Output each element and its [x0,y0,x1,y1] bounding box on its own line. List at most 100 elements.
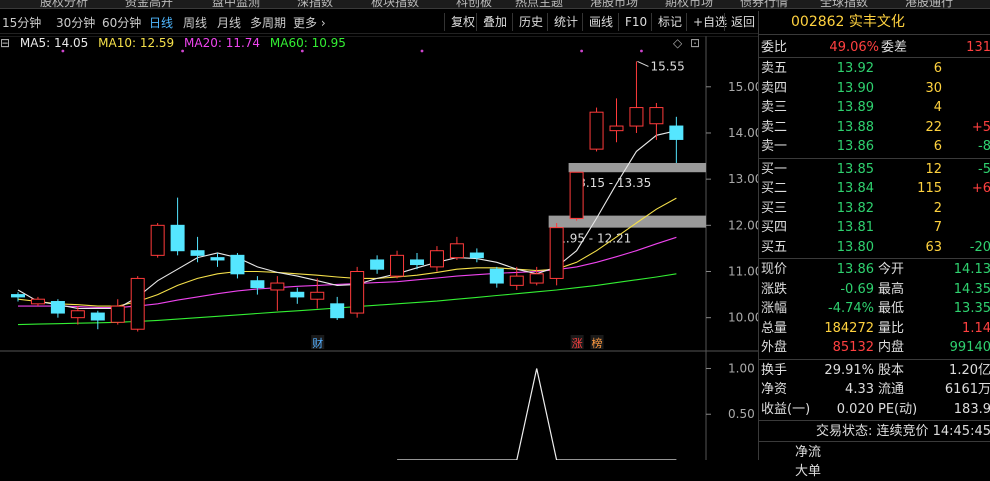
kline-chart[interactable]: 10.0011.0012.0013.0014.0015.000.501.0013… [0,36,758,460]
topnav-item-7[interactable]: 港股市场 [590,0,638,8]
price-tick-label-4: 14.00 [728,126,758,140]
sell-row-3: 卖二 13.88 22 +5 [759,118,990,137]
info-value2-1: 6161万 [944,382,990,397]
weibi-value: 49.06% [829,40,879,55]
sell-chg-4: -8 [978,139,990,154]
stock-header: 002862 实丰文化 [759,11,990,35]
mark-button[interactable]: 标记 [651,13,682,31]
buy-label-1: 买二 [761,181,788,196]
info-value-1: 4.33 [845,382,874,397]
topnav-item-8[interactable]: 期权市场 [665,0,713,8]
stat-value2-0: 14.13 [953,262,990,277]
buy-vol-1: 115 [917,181,942,196]
trade-status: 交易状态: 连续竞价 14:45:45 [815,424,990,439]
back-button[interactable]: 返回 [724,13,755,31]
marker-1: 涨 [572,337,583,350]
topnav-item-9[interactable]: 债券行情 [740,0,788,8]
zoom-icon[interactable]: ⊡ [690,36,700,50]
topnav-item-0[interactable]: 股权分析 [40,0,88,8]
sep-6 [759,441,990,442]
sell-row-1: 卖四 13.90 30 [759,79,990,98]
stat-value-2: -4.74% [828,301,874,316]
adjust-button[interactable]: 复权 [444,13,475,31]
vol-tick-label-0: 0.50 [728,407,755,421]
topnav-item-1[interactable]: 资金高开 [125,0,173,8]
buy-row-2: 买三 13.82 2 [759,199,990,218]
buy-price-4: 13.80 [836,239,874,255]
price-tick-label-5: 15.00 [728,80,758,94]
marker-2: 榜 [592,336,603,350]
info-label2-0: 股本 [878,362,905,378]
candle-body-29 [589,111,604,150]
sell-row-2: 卖三 13.89 4 [759,98,990,117]
topnav-item-2[interactable]: 盘中监测 [212,0,260,8]
buy-label-3: 买四 [761,220,788,235]
weicha-label: 委差 [881,40,908,55]
timeframe-multi[interactable]: 多周期 [250,14,286,31]
topnav-item-10[interactable]: 全球指数 [820,0,868,8]
sell-price-4: 13.86 [836,139,874,154]
timeframe-daily[interactable]: 日线 [149,14,173,31]
candle-body-31 [629,107,644,127]
info-value-2: 0.020 [836,401,874,417]
topnav-item-3[interactable]: 深指数 [297,0,333,8]
draw-button[interactable]: 画线 [582,13,613,31]
candle-body-4 [90,312,105,321]
info-value2-0: 1.20亿 [949,362,990,378]
sell-price-3: 13.88 [836,119,874,135]
topnav-item-4[interactable]: 板块指数 [371,0,419,8]
max-arrow [637,60,649,67]
timeframe-weekly[interactable]: 周线 [183,14,207,31]
sell-label-1: 卖四 [761,80,788,96]
topnav-item-6[interactable]: 热点主题 [515,0,563,8]
diamond-icon[interactable]: ◇ [673,36,682,50]
candle-body-18 [370,259,385,270]
history-button[interactable]: 历史 [512,13,543,31]
sell-vol-3: 22 [925,119,942,135]
timeframe-60min[interactable]: 60分钟 [102,14,141,31]
candle-body-0 [11,294,25,298]
add-watchlist-button[interactable]: +自选 [686,13,727,31]
info-row-0: 换手 29.91% 股本 1.20亿 [759,361,990,380]
stat-row-4: 外盘 85132 内盘 99140 [759,338,990,357]
stat-value2-1: 14.35 [953,281,990,297]
collapse-icon[interactable]: ⊟ [0,36,10,50]
stat-row-0: 现价 13.86 今开 14.13 [759,260,990,279]
topnav-item-5[interactable]: 科创板 [456,0,492,8]
overlay-button[interactable]: 叠加 [476,13,507,31]
ma5-label: MA5: 14.05 [19,36,89,50]
candle-body-8 [170,224,185,252]
candle-body-2 [50,301,65,314]
stat-value2-3: 1.14 [962,320,990,336]
candle-body-30 [609,125,624,132]
weicha-value: 131 [966,40,990,55]
ma-legend: ⊟ MA5: 14.05 MA10: 12.59 MA20: 11.74 MA6… [0,36,700,52]
max-price-label: 15.55 [650,59,684,73]
sell-vol-1: 30 [925,80,942,96]
timeframe-monthly[interactable]: 月线 [217,14,241,31]
timeframe-30min[interactable]: 30分钟 [56,14,95,31]
stats-button[interactable]: 统计 [547,13,578,31]
candle-body-33 [669,125,684,140]
candle-body-26 [529,273,544,284]
sell-chg-3: +5 [971,119,990,135]
f10-button[interactable]: F10 [618,13,647,31]
candle-body-11 [230,254,245,275]
weibi-row: 委比 49.06% 委差 131 [759,38,990,57]
timeframe-more[interactable]: 更多 › [293,14,326,31]
buy-chg-4: -20 [969,239,990,255]
topnav-item-11[interactable]: 港股通行 [905,0,953,8]
info-value2-2: 183.9 [953,401,990,417]
jingliu-row: 净流 [759,443,990,462]
stat-row-2: 涨幅 -4.74% 最低 13.35 [759,299,990,318]
weibi-label: 委比 [761,40,788,55]
sep-4 [759,358,990,360]
timeframe-15min[interactable]: 15分钟 [2,14,41,31]
info-value-0: 29.91% [824,362,874,378]
buy-row-4: 买五 13.80 63 -20 [759,238,990,257]
buy-row-1: 买二 13.84 115 +6 [759,179,990,198]
sell-vol-4: 6 [933,139,942,154]
daxiang-row: 大单 [759,462,990,481]
buy-vol-2: 2 [933,200,942,216]
quote-panel: 002862 实丰文化 委比 49.06% 委差 131 卖五 13.92 6 卖四 13.90… [758,11,990,479]
